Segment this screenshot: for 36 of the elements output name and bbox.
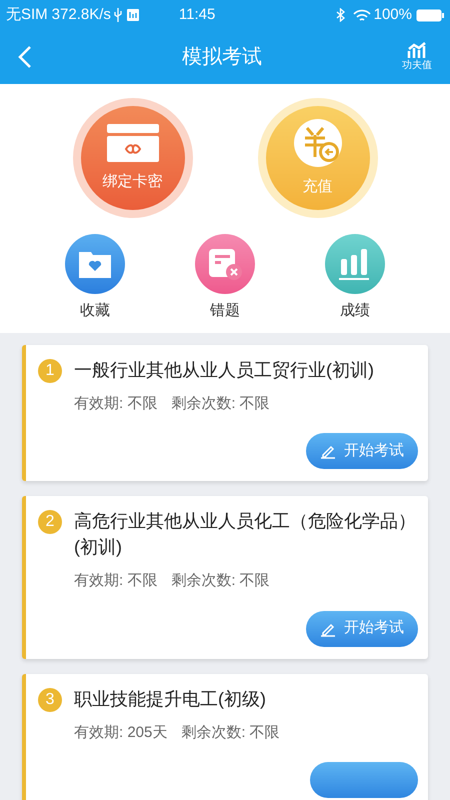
yuan-coin-icon — [292, 118, 342, 168]
folder-heart-icon — [78, 249, 112, 279]
remaining-text: 剩余次数: 不限 — [171, 571, 270, 591]
validity-text: 有效期: 205天 — [74, 722, 168, 742]
card-icon — [106, 122, 160, 163]
wrong-note-icon — [208, 248, 242, 280]
remaining-text: 剩余次数: 不限 — [171, 394, 270, 414]
network-speed: 372.8K/s — [52, 4, 111, 25]
back-icon — [18, 45, 32, 69]
page-title: 模拟考试 — [181, 45, 263, 70]
big-action-button[interactable]: 充值 — [258, 98, 378, 218]
app-notification-icon — [126, 9, 139, 21]
trend-chart-icon — [407, 42, 427, 58]
exam-title: 职业技能提升电工(初级) — [74, 688, 266, 711]
validity-text: 有效期: 不限 — [74, 394, 158, 414]
start-exam-button[interactable]: 开始考试 — [306, 433, 418, 469]
exam-title: 高危行业其他从业人员化工（危险化学品）(初训) — [74, 510, 417, 559]
carrier-text: 无SIM — [6, 4, 48, 25]
bar-chart-icon — [338, 247, 372, 281]
wifi-icon — [352, 8, 371, 22]
battery-icon — [416, 8, 444, 22]
bluetooth-icon — [336, 8, 345, 22]
pencil-icon — [320, 443, 336, 459]
clock: 11:45 — [178, 4, 216, 25]
start-exam-button[interactable] — [310, 762, 418, 798]
number-badge: 1 — [38, 358, 62, 382]
number-badge: 3 — [38, 688, 62, 712]
exam-title: 一般行业其他从业人员工贸行业(初训) — [74, 358, 374, 382]
kungfu-value-button[interactable]: 功夫值 — [402, 42, 432, 72]
remaining-text: 剩余次数: 不限 — [181, 722, 280, 742]
number-badge: 2 — [38, 510, 62, 534]
usb-icon — [114, 8, 122, 22]
start-exam-button[interactable]: 开始考试 — [306, 610, 418, 646]
big-action-button[interactable]: 绑定卡密 — [72, 98, 192, 218]
validity-text: 有效期: 不限 — [74, 571, 158, 591]
battery-percent: 100% — [374, 4, 412, 25]
